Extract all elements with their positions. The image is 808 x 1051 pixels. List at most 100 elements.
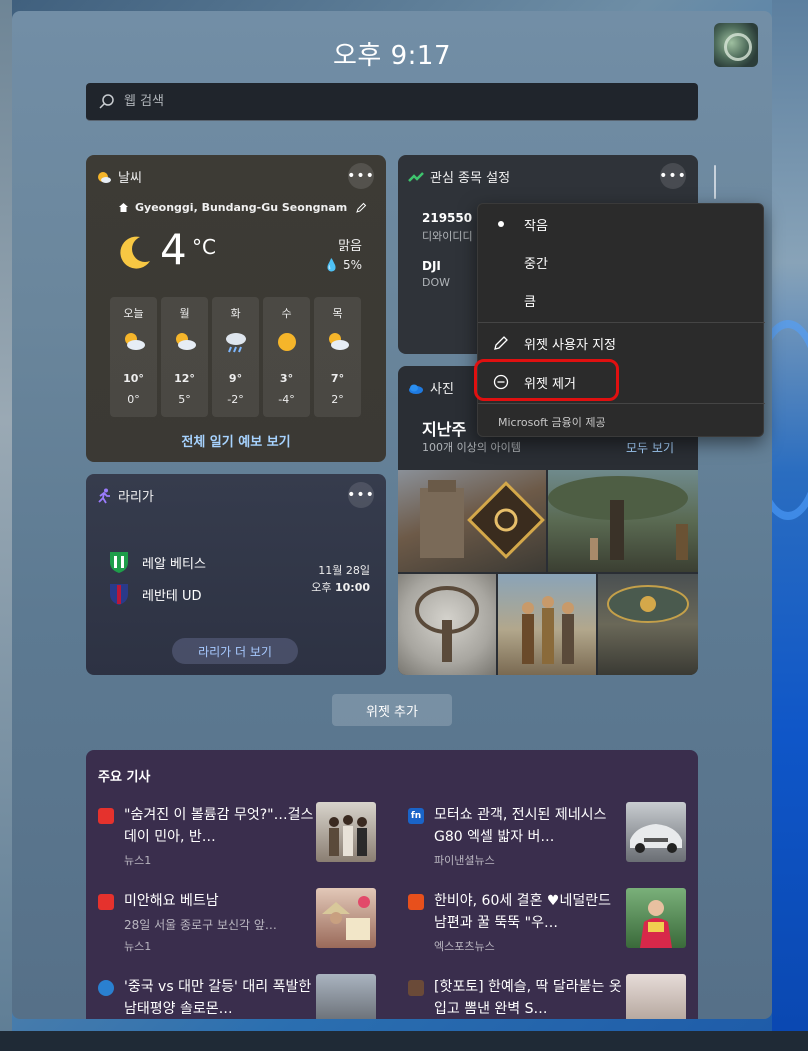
away-team[interactable]: 레반테 UD bbox=[108, 582, 202, 606]
weather-app-icon bbox=[96, 169, 112, 185]
article-thumbnail bbox=[316, 974, 376, 1019]
laliga-more-button[interactable]: ••• bbox=[347, 482, 374, 508]
article-headline: '중국 vs 대만 갈등' 대리 폭발한 남태평양 솔로몬… bbox=[124, 979, 312, 1017]
clock-time: 오후 9:17 bbox=[333, 41, 451, 71]
stocks-title: 관심 종목 설정 bbox=[408, 167, 510, 186]
photos-title-label: 사진 bbox=[430, 382, 454, 397]
article-headline: "숨겨진 이 볼륨감 무엇?"…걸스데이 민아, 반… bbox=[124, 807, 314, 845]
stock-row[interactable]: 219550 디와이디디 bbox=[422, 211, 473, 244]
article-thumbnail bbox=[626, 888, 686, 948]
photo-thumbnail[interactable] bbox=[398, 574, 496, 675]
size-small-option[interactable]: 작음 bbox=[478, 206, 765, 242]
onedrive-cloud-icon bbox=[408, 380, 424, 396]
photo-thumbnail[interactable] bbox=[498, 574, 596, 675]
forecast-day-label: 수 bbox=[281, 307, 292, 320]
stock-row[interactable]: DJI DOW bbox=[422, 259, 450, 289]
article-thumbnail bbox=[626, 802, 686, 862]
forecast-high: 10° bbox=[123, 372, 144, 385]
article-headline: 미안해요 베트남 bbox=[124, 893, 219, 909]
weather-condition: 맑음 💧 5% bbox=[324, 235, 362, 272]
search-icon bbox=[98, 93, 116, 111]
laliga-more-link[interactable]: 라리가 더 보기 bbox=[172, 638, 298, 664]
away-team-name: 레반테 UD bbox=[142, 588, 202, 604]
weather-more-button[interactable]: ••• bbox=[347, 163, 374, 189]
precip-value: 5% bbox=[342, 258, 362, 272]
news-article[interactable]: fn 모터쇼 관객, 전시된 제네시스 G80 엑셀 밟자 버… 파이낸셜뉴스 bbox=[396, 802, 686, 872]
stocks-more-button[interactable]: ••• bbox=[659, 163, 686, 189]
web-search-box[interactable] bbox=[86, 83, 698, 121]
news-article[interactable]: 한비야, 60세 결혼 ♥네덜란드 남편과 꿀 뚝뚝 "우… 엑스포츠뉴스 bbox=[396, 888, 686, 958]
size-medium-label: 중간 bbox=[524, 256, 548, 272]
forecast-day[interactable]: 수 3° -4° bbox=[263, 297, 310, 417]
laliga-title: 라리가 bbox=[96, 486, 154, 505]
forecast-day-label: 화 bbox=[230, 307, 241, 320]
size-large-label: 큼 bbox=[524, 294, 536, 310]
forecast-day[interactable]: 오늘 10° 0° bbox=[110, 297, 157, 417]
customize-widget-label: 위젯 사용자 지정 bbox=[524, 337, 616, 353]
article-headline: 모터쇼 관객, 전시된 제네시스 G80 엑셀 밟자 버… bbox=[434, 807, 607, 845]
stock-name: DOW bbox=[422, 276, 451, 289]
weather-widget[interactable]: 날씨 ••• Gyeonggi, Bundang-Gu Seongnam 4 °… bbox=[86, 155, 386, 462]
pencil-icon bbox=[478, 335, 524, 351]
menu-separator bbox=[478, 403, 765, 404]
see-all-link[interactable]: 모두 보기 bbox=[626, 439, 674, 456]
annotation-highlight-box bbox=[474, 359, 619, 401]
photos-heading: 지난주 bbox=[422, 420, 467, 439]
forecast-day[interactable]: 화 9° -2° bbox=[212, 297, 259, 417]
condition-label: 맑음 bbox=[338, 239, 362, 254]
match-schedule: 11월 28일 오후 10:00 bbox=[311, 562, 370, 596]
match-time-prefix: 오후 bbox=[311, 581, 332, 594]
size-small-label: 작음 bbox=[524, 218, 548, 234]
news-article[interactable]: '중국 vs 대만 갈등' 대리 폭발한 남태평양 솔로몬… bbox=[86, 974, 376, 1019]
menu-separator bbox=[478, 322, 765, 323]
article-snippet: 28일 서울 종로구 보신각 앞… bbox=[124, 918, 277, 932]
widgets-panel: 오후 9:17 날씨 ••• Gyeonggi, Bundang-Gu Seon… bbox=[12, 11, 772, 1019]
partly-cloudy-icon bbox=[175, 333, 196, 350]
weather-location[interactable]: Gyeonggi, Bundang-Gu Seongnam bbox=[118, 201, 367, 214]
size-medium-option[interactable]: 중간 bbox=[478, 244, 765, 280]
weather-title: 날씨 bbox=[96, 167, 142, 186]
photo-thumbnail[interactable] bbox=[598, 574, 698, 675]
forecast-day[interactable]: 목 7° 2° bbox=[314, 297, 361, 417]
temperature-unit[interactable]: °C bbox=[192, 235, 216, 259]
rain-icon bbox=[225, 333, 246, 353]
edit-pencil-icon[interactable] bbox=[355, 202, 367, 214]
panel-scrollbar[interactable] bbox=[714, 165, 716, 199]
taskbar bbox=[0, 1031, 808, 1051]
article-thumbnail bbox=[316, 888, 376, 948]
forecast-strip: 오늘 10° 0° 월 12° 5° 화 9° -2° 수 3° -4° 목 7… bbox=[110, 297, 361, 417]
home-team[interactable]: 레알 베티스 bbox=[108, 550, 206, 574]
forecast-high: 12° bbox=[174, 372, 195, 385]
laliga-title-label: 라리가 bbox=[118, 490, 154, 505]
add-widget-button[interactable]: 위젯 추가 bbox=[332, 694, 452, 726]
home-icon bbox=[119, 203, 128, 212]
size-large-option[interactable]: 큼 bbox=[478, 282, 765, 318]
search-input[interactable] bbox=[124, 94, 624, 109]
news-article[interactable]: [핫포토] 한예슬, 딱 달라붙는 옷입고 뽐낸 완벽 S… bbox=[396, 974, 686, 1019]
sunny-icon bbox=[277, 333, 296, 351]
article-source: 뉴스1 bbox=[124, 854, 152, 867]
forecast-day[interactable]: 월 12° 5° bbox=[161, 297, 208, 417]
desktop-background-left bbox=[0, 0, 12, 1051]
location-label: Gyeonggi, Bundang-Gu Seongnam bbox=[135, 201, 348, 214]
news-article[interactable]: 미안해요 베트남 28일 서울 종로구 보신각 앞… 뉴스1 bbox=[86, 888, 376, 958]
fnnews-source-icon: fn bbox=[408, 808, 424, 824]
raindrop-icon: 💧 bbox=[324, 258, 340, 272]
current-temperature: 4 bbox=[160, 225, 187, 274]
news-article[interactable]: "숨겨진 이 볼륨감 무엇?"…걸스데이 민아, 반… 뉴스1 bbox=[86, 802, 376, 872]
photo-thumbnail[interactable] bbox=[548, 470, 698, 572]
match-date: 11월 28일 bbox=[318, 564, 370, 577]
menu-provider-footer: Microsoft 금융이 제공 bbox=[498, 416, 606, 429]
forecast-low: 2° bbox=[331, 393, 344, 406]
user-avatar[interactable] bbox=[714, 23, 758, 67]
forecast-low: -4° bbox=[278, 393, 295, 406]
article-source: 뉴스1 bbox=[124, 940, 152, 953]
stock-symbol: DJI bbox=[422, 259, 441, 273]
forecast-low: 0° bbox=[127, 393, 140, 406]
customize-widget-option[interactable]: 위젯 사용자 지정 bbox=[478, 325, 765, 361]
full-forecast-link[interactable]: 전체 일기 예보 보기 bbox=[86, 431, 386, 450]
photo-thumbnail[interactable] bbox=[398, 470, 546, 572]
article-source: 파이낸셜뉴스 bbox=[434, 854, 495, 867]
forecast-high: 3° bbox=[279, 372, 294, 385]
laliga-widget[interactable]: 라리가 ••• 레알 베티스 레반테 UD 11월 28일 오후 10:00 라… bbox=[86, 474, 386, 675]
